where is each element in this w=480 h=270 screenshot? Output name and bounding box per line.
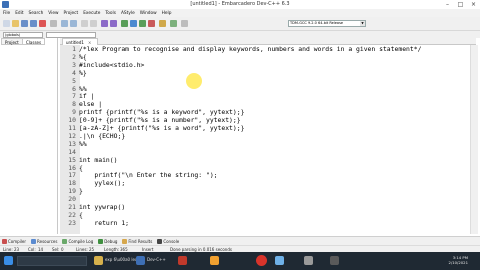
mouse-cursor-highlight (186, 73, 202, 89)
code-line[interactable]: #include<stdio.h> (79, 61, 144, 69)
find-results-icon (122, 238, 128, 244)
scope-select-value: (globals) (5, 33, 21, 37)
close-button[interactable]: × (467, 0, 480, 9)
search-box[interactable] (17, 256, 87, 266)
tab-compile-log-label: Compile Log (68, 238, 94, 244)
menu-bar: File Edit Search View Project Execute To… (0, 9, 480, 17)
code-line[interactable]: /*lex Program to recognise and display k… (79, 45, 421, 53)
tab-debug[interactable]: Debug (98, 238, 118, 244)
status-bar: Line: 23 Col: 14 Sel: 0 Lines: 25 Length… (0, 245, 480, 252)
debug-icon[interactable] (159, 20, 166, 27)
tab-compiler[interactable]: Compiler (2, 238, 27, 244)
main-toolbar: TDM-GCC 9.2.0 64-bit Release ▼ (0, 17, 480, 31)
editor-tab-untitled1[interactable]: untitled1 × (62, 38, 99, 45)
file-explorer-icon[interactable] (94, 256, 103, 265)
undo-icon[interactable] (61, 20, 68, 27)
save-all-icon[interactable] (30, 20, 37, 27)
close-file-icon[interactable] (39, 20, 46, 27)
compiler-select-value: TDM-GCC 9.2.0 64-bit Release (290, 21, 344, 25)
maximize-button[interactable]: □ (454, 0, 467, 9)
taskbar-clock[interactable]: 3:14 PM 2/10/2021 (449, 255, 468, 265)
redo-icon[interactable] (70, 20, 77, 27)
tab-console[interactable]: Console (157, 238, 180, 244)
line-number: 5 (72, 76, 76, 85)
app-icon-8[interactable] (330, 256, 339, 265)
menu-search[interactable]: Search (29, 11, 44, 16)
new-file-icon[interactable] (3, 20, 10, 27)
indent-icon[interactable] (101, 20, 108, 27)
line-number: 23 (68, 218, 76, 227)
compile-icon[interactable] (121, 20, 128, 27)
record-icon[interactable] (256, 255, 267, 266)
line-number: 14 (68, 147, 76, 156)
menu-help[interactable]: Help (162, 11, 172, 16)
menu-tools[interactable]: Tools (105, 11, 116, 16)
chevron-down-icon: ▼ (360, 21, 365, 26)
tab-console-label: Console (163, 238, 180, 244)
tab-compiler-label: Compiler (8, 238, 27, 244)
tab-compile-log[interactable]: Compile Log (62, 238, 94, 244)
find-icon[interactable] (81, 20, 88, 27)
tab-resources[interactable]: Resources (31, 238, 58, 244)
debug-tab-icon (98, 238, 104, 244)
minimize-button[interactable]: – (441, 0, 454, 9)
taskbar-app-label-2[interactable]: Dev-C++ (147, 257, 166, 262)
code-line[interactable]: %% (79, 140, 87, 148)
editor-tab-strip: untitled1 × (60, 38, 476, 45)
unindent-icon[interactable] (110, 20, 117, 27)
project-panel: Project Classes (0, 38, 58, 234)
devcpp-taskbar-icon[interactable] (136, 256, 145, 265)
compiler-select[interactable]: TDM-GCC 9.2.0 64-bit Release ▼ (288, 20, 366, 27)
rebuild-icon[interactable] (148, 20, 155, 27)
code-line[interactable]: int main() (79, 156, 117, 164)
line-number: 15 (68, 155, 76, 164)
app-icon-6[interactable] (275, 256, 284, 265)
line-number: 4 (72, 68, 76, 77)
replace-icon[interactable] (90, 20, 97, 27)
save-icon[interactable] (21, 20, 28, 27)
compile-run-icon[interactable] (139, 20, 146, 27)
app-icon-4[interactable] (210, 256, 219, 265)
window-title: [untitled1] - Embarcadero Dev-C++ 6.3 (190, 1, 290, 7)
vertical-scrollbar[interactable] (470, 45, 478, 234)
console-icon (157, 238, 163, 244)
title-bar: [untitled1] - Embarcadero Dev-C++ 6.3 – … (0, 0, 480, 9)
menu-astyle[interactable]: AStyle (121, 11, 135, 16)
bottom-panel-tabs: Compiler Resources Compile Log Debug Fin… (0, 236, 480, 245)
menu-edit[interactable]: Edit (15, 11, 23, 16)
compiler-icon (2, 238, 7, 244)
app-icon-7[interactable] (304, 256, 313, 265)
print-icon[interactable] (50, 20, 57, 27)
tab-project[interactable]: Project (1, 38, 23, 45)
tab-find-results-label: Find Results (128, 238, 153, 244)
menu-project[interactable]: Project (64, 11, 79, 16)
app-icon-3[interactable] (178, 256, 187, 265)
code-editor[interactable] (80, 45, 470, 234)
code-line[interactable]: yylex(); (79, 179, 125, 187)
open-folder-icon[interactable] (12, 20, 19, 27)
options-icon[interactable] (181, 20, 188, 27)
tab-debug-label: Debug (104, 238, 118, 244)
menu-view[interactable]: View (48, 11, 58, 16)
menu-window[interactable]: Window (140, 11, 157, 16)
code-line[interactable]: return 1; (79, 219, 129, 227)
tab-classes[interactable]: Classes (22, 38, 46, 45)
tab-resources-label: Resources (37, 238, 58, 244)
menu-file[interactable]: File (3, 11, 10, 16)
scope-toolbar: (globals) (0, 31, 480, 38)
resources-icon (31, 238, 37, 244)
compile-log-icon (62, 238, 68, 244)
taskbar-app-label-1[interactable]: exp 6\u00a0 lex (105, 257, 137, 262)
start-icon[interactable] (4, 256, 13, 265)
windows-taskbar: exp 6\u00a0 lex Dev-C++ 3:14 PM 2/10/202… (0, 252, 480, 270)
run-icon[interactable] (130, 20, 137, 27)
tab-find-results[interactable]: Find Results (122, 238, 153, 244)
code-line[interactable]: int yywrap() (79, 203, 125, 211)
code-line[interactable]: %} (79, 69, 87, 77)
code-line[interactable]: } (79, 187, 83, 195)
profile-icon[interactable] (170, 20, 177, 27)
clock-date: 2/10/2021 (448, 260, 468, 265)
menu-execute[interactable]: Execute (83, 11, 100, 16)
